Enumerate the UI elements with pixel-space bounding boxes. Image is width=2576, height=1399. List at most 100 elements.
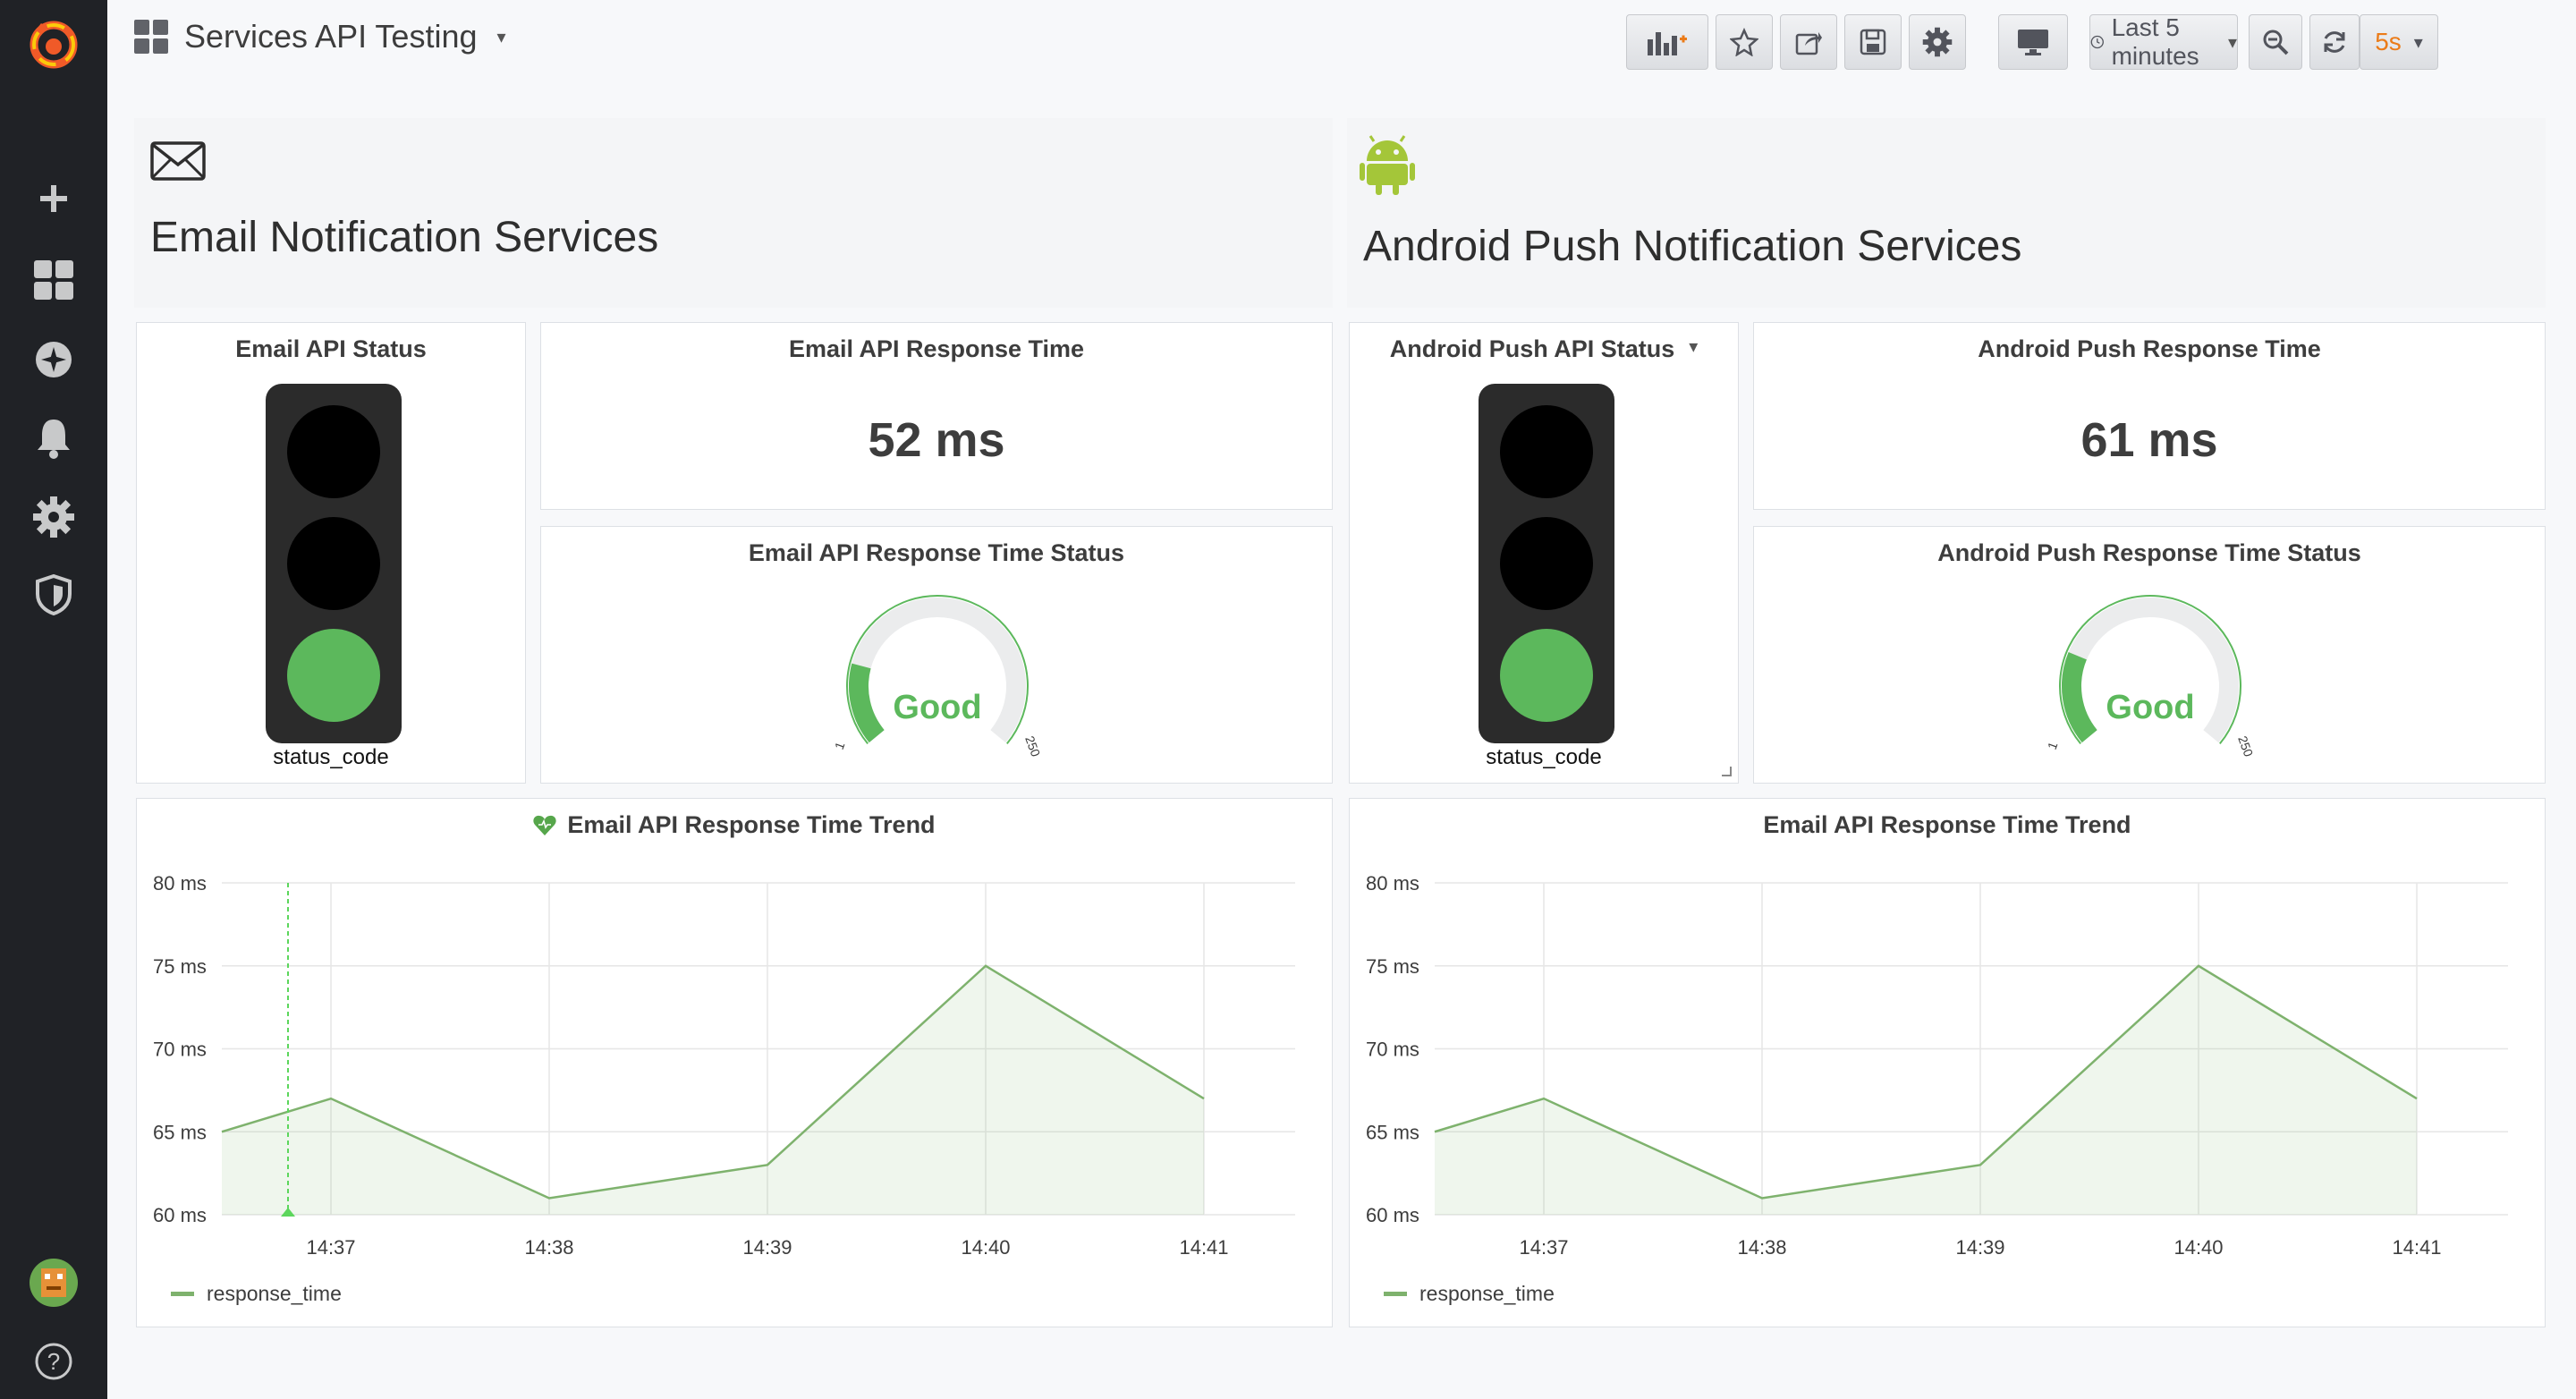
plus-icon[interactable] (38, 183, 69, 214)
x-tick-label: 14:39 (1955, 1236, 2004, 1259)
red-light (1500, 405, 1593, 498)
graph-legend[interactable]: response_time (171, 1282, 342, 1306)
resize-handle-icon[interactable] (1720, 765, 1733, 777)
android-header-panel: Android Push Notification Services (1347, 118, 2546, 308)
red-light (287, 405, 380, 498)
gauge-value: Good (2106, 689, 2194, 726)
panel-title[interactable]: Email API Response Time (541, 335, 1332, 363)
traffic-light (266, 384, 402, 743)
refresh-icon (2324, 31, 2345, 53)
green-light (287, 629, 380, 722)
x-tick-label: 14:37 (1519, 1236, 1568, 1259)
response-time-graph[interactable]: 60 ms 65 ms 70 ms 75 ms 80 ms 14:37 14:38 14:39… (137, 799, 1334, 1328)
email-status-panel[interactable]: Email API Status status_code (136, 322, 526, 784)
android-response-time-panel[interactable]: Android Push Response Time 61 ms (1753, 322, 2546, 510)
series-area (222, 965, 1204, 1215)
y-tick-label: 65 ms (1366, 1121, 1419, 1143)
y-tick-label: 60 ms (1366, 1204, 1419, 1226)
avatar[interactable] (29, 1258, 79, 1308)
email-section-title: Email Notification Services (150, 214, 659, 261)
refresh-button[interactable] (2309, 14, 2360, 70)
response-time-graph[interactable]: 60 ms 65 ms 70 ms 75 ms 80 ms 14:37 14:38 14:39… (1350, 799, 2546, 1328)
dashboards-icon (134, 20, 168, 54)
settings-button[interactable] (1909, 14, 1966, 70)
dashboard-picker[interactable]: Services API Testing ▾ (134, 18, 506, 55)
y-tick-label: 65 ms (153, 1121, 207, 1143)
gauge-min-label: 1 (832, 740, 848, 751)
time-range-picker[interactable]: Last 5 minutes ▾ (2089, 13, 2238, 70)
sidebar: ? (0, 0, 107, 1399)
graph-legend[interactable]: response_time (1384, 1282, 1555, 1306)
help-icon[interactable]: ? (34, 1342, 73, 1381)
time-range-label: Last 5 minutes (2111, 13, 2199, 70)
stat-value: 61 ms (2080, 413, 2218, 467)
share-icon (1795, 32, 1822, 55)
chevron-down-icon[interactable]: ▾ (1689, 335, 1698, 363)
top-navbar: Services API Testing ▾ Last 5 minutes ▾ … (107, 0, 2576, 89)
legend-label: response_time (207, 1282, 342, 1305)
email-trend-panel[interactable]: Email API Response Time Trend 60 ms 65 ms… (136, 798, 1333, 1327)
clock-icon (2090, 35, 2104, 49)
refresh-interval-picker[interactable]: 5s ▾ (2360, 14, 2438, 70)
panel-title[interactable]: Email API Status (137, 335, 525, 363)
email-header-panel: Email Notification Services (134, 118, 1333, 308)
y-tick-label: 80 ms (1366, 872, 1419, 895)
android-trend-panel[interactable]: Email API Response Time Trend 60 ms 65 ms… (1349, 798, 2546, 1327)
traffic-light-label: status_code (273, 745, 389, 769)
y-tick-label: 70 ms (1366, 1039, 1419, 1061)
gauge-max-label: 250 (2235, 734, 2256, 759)
green-light (1500, 629, 1593, 722)
gauge-value: Good (893, 689, 981, 726)
envelope-icon (150, 141, 206, 181)
android-icon (1360, 135, 1415, 195)
save-icon (1860, 29, 1886, 55)
y-tick-label: 75 ms (153, 955, 207, 978)
explore-icon[interactable] (34, 340, 73, 379)
share-button[interactable] (1780, 14, 1837, 70)
x-tick-label: 14:40 (961, 1236, 1010, 1259)
traffic-light-label: status_code (1486, 745, 1602, 769)
shield-icon[interactable] (35, 574, 72, 615)
gauge-max-label: 250 (1022, 734, 1043, 759)
x-tick-label: 14:38 (524, 1236, 573, 1259)
android-gauge-panel[interactable]: Android Push Response Time Status Good 1… (1753, 526, 2546, 784)
y-tick-label: 70 ms (153, 1039, 207, 1061)
x-tick-label: 14:40 (2174, 1236, 2223, 1259)
panel-title-text: Android Push API Status (1389, 335, 1675, 362)
gear-icon[interactable] (33, 496, 74, 538)
stat-value: 52 ms (868, 413, 1005, 467)
x-tick-label: 14:38 (1737, 1236, 1786, 1259)
add-panel-button[interactable] (1626, 14, 1708, 70)
android-status-panel[interactable]: Android Push API Status ▾ status_code (1349, 322, 1739, 784)
chevron-down-icon: ▾ (2413, 32, 2423, 53)
star-icon (1730, 28, 1758, 56)
zoom-out-button[interactable] (2249, 14, 2302, 70)
grafana-logo-icon[interactable] (25, 16, 82, 73)
email-gauge-panel[interactable]: Email API Response Time Status Good 1 25… (540, 526, 1333, 784)
y-tick-label: 80 ms (153, 872, 207, 895)
dashboard-title: Services API Testing (184, 18, 478, 55)
chevron-down-icon: ▾ (2227, 32, 2237, 53)
x-tick-label: 14:39 (742, 1236, 792, 1259)
legend-swatch (1384, 1292, 1407, 1296)
response-time-gauge: Good 1 250 (2045, 595, 2256, 759)
gauge-min-label: 1 (2045, 740, 2061, 751)
traffic-light (1479, 384, 1614, 743)
refresh-interval-label: 5s (2375, 28, 2402, 55)
panel-title[interactable]: Android Push API Status ▾ (1350, 335, 1738, 363)
panel-title[interactable]: Android Push Response Time (1754, 335, 2545, 363)
dashboards-icon[interactable] (33, 259, 74, 301)
settings-icon (1922, 27, 1953, 57)
response-time-gauge: Good 1 250 (832, 595, 1043, 759)
chevron-down-icon: ▾ (496, 27, 506, 47)
email-response-time-panel[interactable]: Email API Response Time 52 ms (540, 322, 1333, 510)
tv-icon (2018, 30, 2048, 55)
cycle-view-mode-button[interactable] (1998, 14, 2068, 70)
yellow-light (1500, 517, 1593, 610)
bell-icon[interactable] (36, 418, 72, 459)
x-tick-label: 14:41 (1179, 1236, 1228, 1259)
star-button[interactable] (1716, 14, 1773, 70)
x-tick-label: 14:41 (2392, 1236, 2441, 1259)
yellow-light (287, 517, 380, 610)
save-button[interactable] (1844, 14, 1902, 70)
